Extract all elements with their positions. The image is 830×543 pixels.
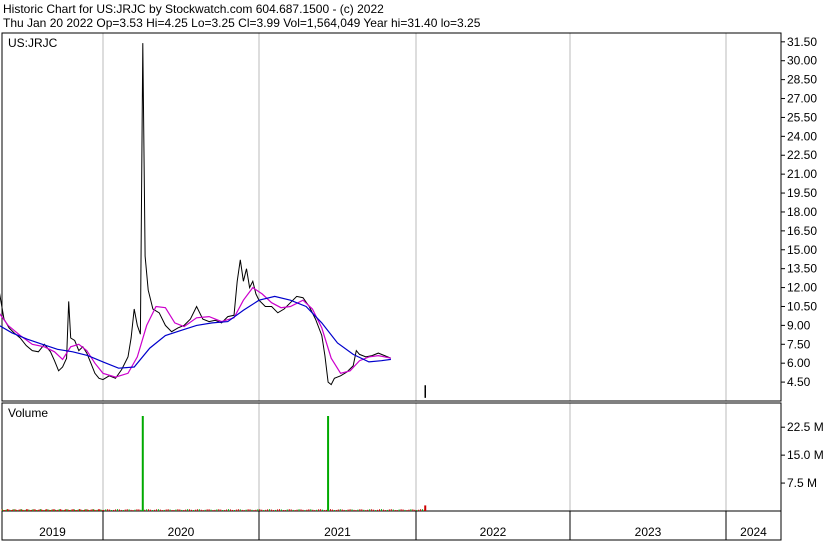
volume-panel-label: Volume <box>8 406 48 420</box>
price-tick-label: 7.50 <box>787 337 811 351</box>
price-tick-label: 31.50 <box>787 35 817 49</box>
price-volume-chart: US:JRJC Volume 31.50 30.00 28.50 27.00 25.50… <box>0 32 824 541</box>
price-tick-label: 22.50 <box>787 148 817 162</box>
price-tick-label: 13.50 <box>787 262 817 276</box>
volume-bars <box>1 416 427 511</box>
short-average-line <box>0 286 392 378</box>
grid-lines <box>102 33 727 540</box>
price-tick-label: 27.00 <box>787 92 817 106</box>
price-tick-label: 10.50 <box>787 299 817 313</box>
volume-axis-ticks: 22.5 M 15.0 M 7.5 M <box>781 420 824 490</box>
price-tick-label: 30.00 <box>787 54 817 68</box>
volume-tick-label: 22.5 M <box>787 420 824 434</box>
price-tick-label: 19.50 <box>787 186 817 200</box>
volume-panel-frame <box>1 402 782 512</box>
long-average-line <box>0 295 391 369</box>
price-tick-label: 18.00 <box>787 205 817 219</box>
price-tick-label: 16.50 <box>787 224 817 238</box>
price-tick-label: 12.00 <box>787 281 817 295</box>
year-label-2019: 2019 <box>39 525 66 539</box>
price-series <box>0 43 426 398</box>
year-label-2022: 2022 <box>480 525 507 539</box>
price-line <box>0 43 392 386</box>
price-tick-label: 21.00 <box>787 167 817 181</box>
price-panel-label: US:JRJC <box>8 36 58 50</box>
price-tick-label: 24.00 <box>787 129 817 143</box>
panel-frames <box>1 32 782 541</box>
year-label-2021: 2021 <box>324 525 351 539</box>
year-label-2023: 2023 <box>635 525 662 539</box>
price-tick-label: 15.00 <box>787 243 817 257</box>
price-axis-ticks: 31.50 30.00 28.50 27.00 25.50 24.00 22.50 21.00… <box>781 35 817 389</box>
price-tick-label: 4.50 <box>787 375 811 389</box>
year-axis-ticks: 2019 2020 2021 2022 2023 2024 <box>39 525 767 539</box>
price-tick-label: 6.00 <box>787 356 811 370</box>
price-panel-frame <box>1 32 782 402</box>
year-label-2024: 2024 <box>740 525 767 539</box>
timeline-frame <box>1 510 782 541</box>
price-tick-label: 25.50 <box>787 110 817 124</box>
price-tick-label: 9.00 <box>787 318 811 332</box>
volume-tick-label: 15.0 M <box>787 448 824 462</box>
price-tick-label: 28.50 <box>787 73 817 87</box>
volume-tick-label: 7.5 M <box>787 476 817 490</box>
year-label-2020: 2020 <box>168 525 195 539</box>
